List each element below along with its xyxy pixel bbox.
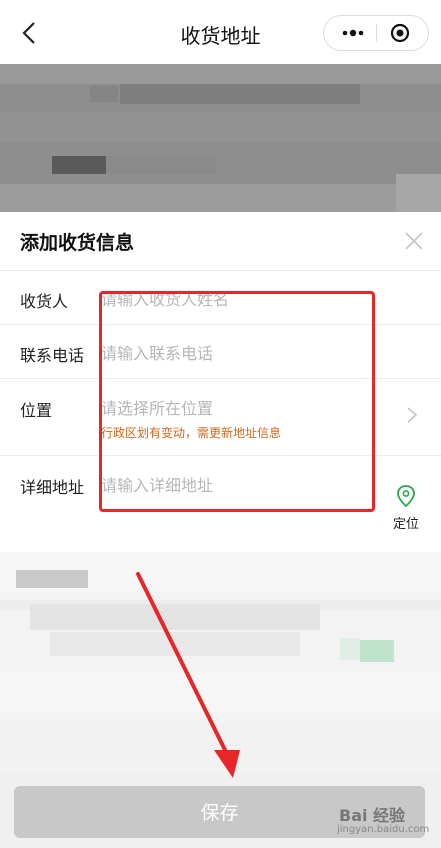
- watermark-site: jingyan.baidu.com: [337, 824, 430, 835]
- close-mini-program-icon[interactable]: [390, 23, 410, 43]
- annotation-highlight-box: [99, 291, 375, 512]
- blurred-address-list: [0, 552, 441, 772]
- chevron-right-icon[interactable]: [405, 406, 419, 424]
- blurred-background-content: [0, 64, 441, 212]
- detail-address-label: 详细地址: [20, 478, 85, 497]
- consignee-label: 收货人: [20, 292, 69, 311]
- close-icon[interactable]: [403, 230, 425, 252]
- locate-button[interactable]: 定位: [393, 513, 419, 532]
- card-title: 添加收货信息: [20, 232, 135, 254]
- location-pin-icon[interactable]: [396, 484, 416, 508]
- nav-bar: 收货地址: [0, 0, 441, 64]
- baidu-watermark: Bai 经验 jingyan.baidu.com: [317, 802, 430, 842]
- row-divider: [0, 270, 441, 271]
- more-icon[interactable]: [338, 24, 368, 42]
- location-label: 位置: [20, 401, 53, 420]
- capsule-divider: [376, 24, 377, 42]
- watermark-brand: Bai 经验: [339, 806, 406, 825]
- phone-label: 联系电话: [20, 346, 85, 365]
- mini-program-capsule: [323, 15, 429, 51]
